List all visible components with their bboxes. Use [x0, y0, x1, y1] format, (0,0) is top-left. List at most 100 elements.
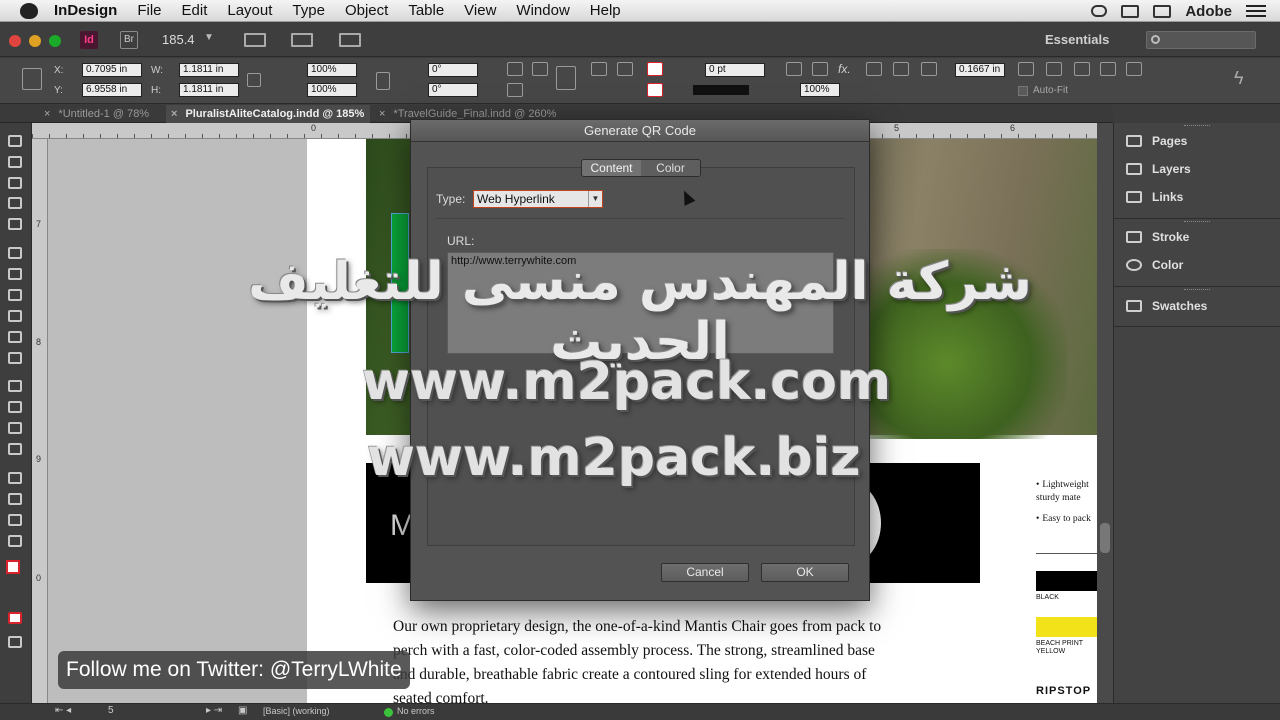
type-select[interactable]: Web Hyperlink ▼	[473, 190, 603, 208]
distribute-icon[interactable]	[1046, 62, 1062, 76]
menu-edit[interactable]: Edit	[182, 2, 208, 19]
tab-content[interactable]: Content	[582, 160, 641, 176]
close-window-button[interactable]	[9, 35, 21, 47]
fit-content-icon[interactable]	[1126, 62, 1142, 76]
rectangle-frame-tool[interactable]	[8, 331, 24, 345]
menu-object[interactable]: Object	[345, 2, 388, 19]
shear-field[interactable]: 0°	[428, 83, 478, 97]
pasteboard[interactable]	[48, 139, 307, 703]
video-icon[interactable]	[1121, 4, 1140, 18]
scale-y-field[interactable]: 100%	[307, 83, 357, 97]
select-container-icon[interactable]	[591, 62, 607, 76]
preflight-profile[interactable]: [Basic] (working)	[263, 706, 330, 716]
close-icon[interactable]: ×	[44, 108, 50, 120]
stroke-type-swatch[interactable]	[693, 85, 749, 95]
rotate-cw-icon[interactable]	[507, 62, 523, 76]
scale-x-field[interactable]: 100%	[307, 63, 357, 77]
vertical-ruler[interactable]: 7 8 9 0	[32, 139, 48, 703]
fx-icon[interactable]: fx.	[838, 62, 851, 76]
page-tool[interactable]	[8, 177, 24, 191]
yellow-swatch[interactable]	[1036, 617, 1097, 637]
fill-stroke-swatch[interactable]	[6, 560, 20, 574]
vendor-label[interactable]: Adobe	[1185, 3, 1232, 20]
apply-none-button[interactable]	[8, 612, 24, 626]
type-tool[interactable]	[8, 247, 24, 261]
wrap-around-icon[interactable]	[893, 62, 909, 76]
grip-icon[interactable]	[1184, 221, 1210, 224]
arrange-documents-icon[interactable]	[339, 33, 361, 47]
reference-point-icon[interactable]	[22, 68, 42, 90]
fit-frame-icon[interactable]	[921, 62, 937, 76]
search-input[interactable]	[1146, 31, 1256, 49]
close-icon[interactable]: ×	[171, 108, 177, 120]
pen-tool[interactable]	[8, 289, 24, 303]
direct-selection-tool[interactable]	[8, 156, 24, 170]
panel-stroke[interactable]: Stroke	[1126, 230, 1189, 244]
eyedropper-tool[interactable]	[8, 493, 24, 507]
line-tool[interactable]	[8, 268, 24, 282]
grip-icon[interactable]	[1184, 289, 1210, 292]
rotate-ccw-icon[interactable]	[532, 62, 548, 76]
lightning-icon[interactable]: ϟ	[1234, 68, 1244, 89]
align-icon[interactable]	[1018, 62, 1034, 76]
preflight-errors[interactable]: No errors	[397, 706, 435, 716]
chevron-down-icon[interactable]: ▼	[204, 32, 214, 43]
note-tool[interactable]	[8, 472, 24, 486]
panel-color[interactable]: Color	[1126, 258, 1183, 272]
zoom-level[interactable]: 185.4	[162, 32, 195, 47]
fill-frame-icon[interactable]	[1074, 62, 1090, 76]
drop-shadow-icon[interactable]	[812, 62, 828, 76]
next-page-icon[interactable]: ▸ ⇥	[206, 705, 222, 716]
body-copy[interactable]: Our own proprietary design, the one-of-a…	[393, 615, 893, 703]
constrain-proportions-icon[interactable]	[247, 73, 261, 87]
menu-type[interactable]: Type	[292, 2, 325, 19]
first-page-icon[interactable]: ⇤ ◂	[55, 705, 71, 716]
screen-mode-icon[interactable]	[291, 33, 313, 47]
height-field[interactable]: 1.1811 in	[179, 83, 239, 97]
y-field[interactable]: 6.9558 in	[82, 83, 142, 97]
notification-list-icon[interactable]	[1246, 5, 1266, 17]
tab-untitled[interactable]: × *Untitled-1 @ 78%	[44, 105, 162, 123]
rectangle-tool[interactable]	[8, 352, 24, 366]
close-icon[interactable]: ×	[379, 108, 385, 120]
tab-color[interactable]: Color	[641, 160, 700, 176]
app-menu[interactable]: InDesign	[54, 2, 117, 19]
flip-horizontal-icon[interactable]	[507, 83, 523, 97]
auto-fit-checkbox[interactable]	[1018, 86, 1028, 96]
x-field[interactable]: 0.7095 in	[82, 63, 142, 77]
menu-help[interactable]: Help	[590, 2, 621, 19]
apple-menu-icon[interactable]	[20, 2, 38, 19]
zoom-tool[interactable]	[8, 535, 24, 549]
panel-links[interactable]: Links	[1126, 190, 1183, 204]
ok-button[interactable]: OK	[761, 563, 849, 582]
free-transform-tool[interactable]	[8, 401, 24, 415]
page-number-field[interactable]: 5	[108, 705, 114, 716]
workspace-switcher[interactable]: Essentials	[1045, 32, 1109, 47]
feature-list[interactable]: • Lightweight sturdy mate • Easy to pack	[1036, 479, 1097, 534]
display-icon[interactable]	[1153, 4, 1172, 18]
creative-cloud-icon[interactable]	[1091, 5, 1108, 17]
panel-layers[interactable]: Layers	[1126, 162, 1191, 176]
dialog-title[interactable]: Generate QR Code	[411, 120, 869, 142]
fill-none-icon[interactable]	[647, 62, 663, 76]
rotate-field[interactable]: 0°	[428, 63, 478, 77]
tab-catalog[interactable]: × PluralistAliteCatalog.indd @ 185%	[166, 105, 370, 123]
link-icon[interactable]	[376, 72, 390, 90]
opacity-field[interactable]: 100%	[800, 83, 840, 97]
hand-tool[interactable]	[8, 514, 24, 528]
stroke-weight-field[interactable]: 0 pt	[705, 63, 765, 77]
minimize-window-button[interactable]	[29, 35, 41, 47]
path-icon[interactable]	[556, 66, 576, 90]
cancel-button[interactable]: Cancel	[661, 563, 749, 582]
open-page-icon[interactable]: ▣	[238, 705, 247, 716]
menu-window[interactable]: Window	[516, 2, 569, 19]
content-collector-tool[interactable]	[8, 218, 24, 232]
gradient-tool[interactable]	[8, 422, 24, 436]
frame-fitting-icon[interactable]	[786, 62, 802, 76]
menu-view[interactable]: View	[464, 2, 496, 19]
stroke-none-icon[interactable]	[647, 83, 663, 97]
select-content-icon[interactable]	[617, 62, 633, 76]
screen-mode-button[interactable]	[8, 636, 24, 650]
gradient-feather-tool[interactable]	[8, 443, 24, 457]
pencil-tool[interactable]	[8, 310, 24, 324]
